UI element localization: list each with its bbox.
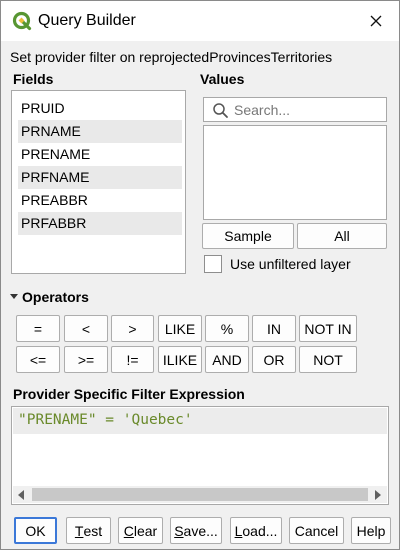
field-item-prname[interactable]: PRNAME [18, 120, 182, 143]
load-button[interactable]: Load... [230, 517, 282, 544]
save-label: ave... [183, 522, 218, 539]
op-equals-button[interactable]: = [16, 315, 60, 342]
field-item-prfabbr[interactable]: PRFABBR [18, 212, 182, 235]
sample-button[interactable]: Sample [202, 223, 294, 249]
qgis-logo-icon [12, 11, 32, 31]
op-percent-button[interactable]: % [205, 315, 249, 342]
clear-button[interactable]: Clear [118, 517, 163, 544]
cancel-button[interactable]: Cancel [289, 517, 344, 544]
op-ilike-button[interactable]: ILIKE [158, 346, 202, 373]
op-not-equal-button[interactable]: != [111, 346, 154, 373]
window-title: Query Builder [38, 12, 136, 29]
op-or-button[interactable]: OR [252, 346, 296, 373]
query-builder-dialog: Query Builder Set provider filter on rep… [0, 0, 400, 550]
field-item-prename[interactable]: PRENAME [18, 143, 182, 166]
scroll-right-icon[interactable] [375, 490, 381, 500]
test-label: est [83, 522, 103, 539]
fields-list[interactable]: PRUID PRNAME PRENAME PRFNAME PREABBR PRF… [11, 90, 186, 274]
scrollbar-thumb[interactable] [32, 488, 368, 501]
op-greater-than-button[interactable]: > [111, 315, 154, 342]
load-mnemonic: L [234, 522, 243, 539]
filter-expression-text[interactable]: "PRENAME" = 'Quebec' [18, 412, 193, 428]
values-heading: Values [200, 71, 245, 87]
op-not-in-button[interactable]: NOT IN [299, 315, 357, 342]
field-item-prfname[interactable]: PRFNAME [18, 166, 182, 189]
dialog-subtitle: Set provider filter on reprojectedProvin… [10, 49, 333, 65]
use-unfiltered-layer-label: Use unfiltered layer [230, 256, 351, 272]
op-greater-equal-button[interactable]: >= [64, 346, 108, 373]
all-button[interactable]: All [297, 223, 387, 249]
values-search-box[interactable] [203, 97, 387, 122]
expression-heading: Provider Specific Filter Expression [13, 386, 245, 402]
horizontal-scrollbar[interactable] [13, 486, 387, 503]
chevron-down-icon[interactable] [10, 294, 18, 299]
op-not-button[interactable]: NOT [299, 346, 357, 373]
values-list[interactable] [203, 125, 387, 220]
operators-heading: Operators [22, 289, 89, 305]
close-icon [370, 15, 382, 27]
save-button[interactable]: Save... [170, 517, 222, 544]
close-button[interactable] [359, 5, 393, 37]
use-unfiltered-layer-checkbox[interactable] [204, 255, 222, 273]
op-less-equal-button[interactable]: <= [16, 346, 60, 373]
filter-expression-editor[interactable]: "PRENAME" = 'Quebec' [11, 406, 389, 505]
load-label: oad... [242, 522, 278, 539]
search-icon [213, 103, 228, 118]
op-and-button[interactable]: AND [205, 346, 249, 373]
help-button[interactable]: Help [351, 517, 391, 544]
test-mnemonic: T [74, 522, 84, 539]
op-less-than-button[interactable]: < [64, 315, 108, 342]
fields-heading: Fields [13, 71, 54, 87]
field-item-preabbr[interactable]: PREABBR [18, 189, 182, 212]
field-item-pruid[interactable]: PRUID [18, 97, 182, 120]
op-like-button[interactable]: LIKE [158, 315, 202, 342]
op-in-button[interactable]: IN [252, 315, 296, 342]
search-input[interactable] [234, 100, 382, 119]
clear-label: lear [133, 522, 158, 539]
clear-mnemonic: C [123, 522, 134, 539]
ok-button[interactable]: OK [14, 517, 57, 544]
title-bar: Query Builder [1, 1, 399, 41]
scroll-left-icon[interactable] [18, 490, 24, 500]
test-button[interactable]: Test [66, 517, 111, 544]
save-mnemonic: S [174, 522, 184, 539]
